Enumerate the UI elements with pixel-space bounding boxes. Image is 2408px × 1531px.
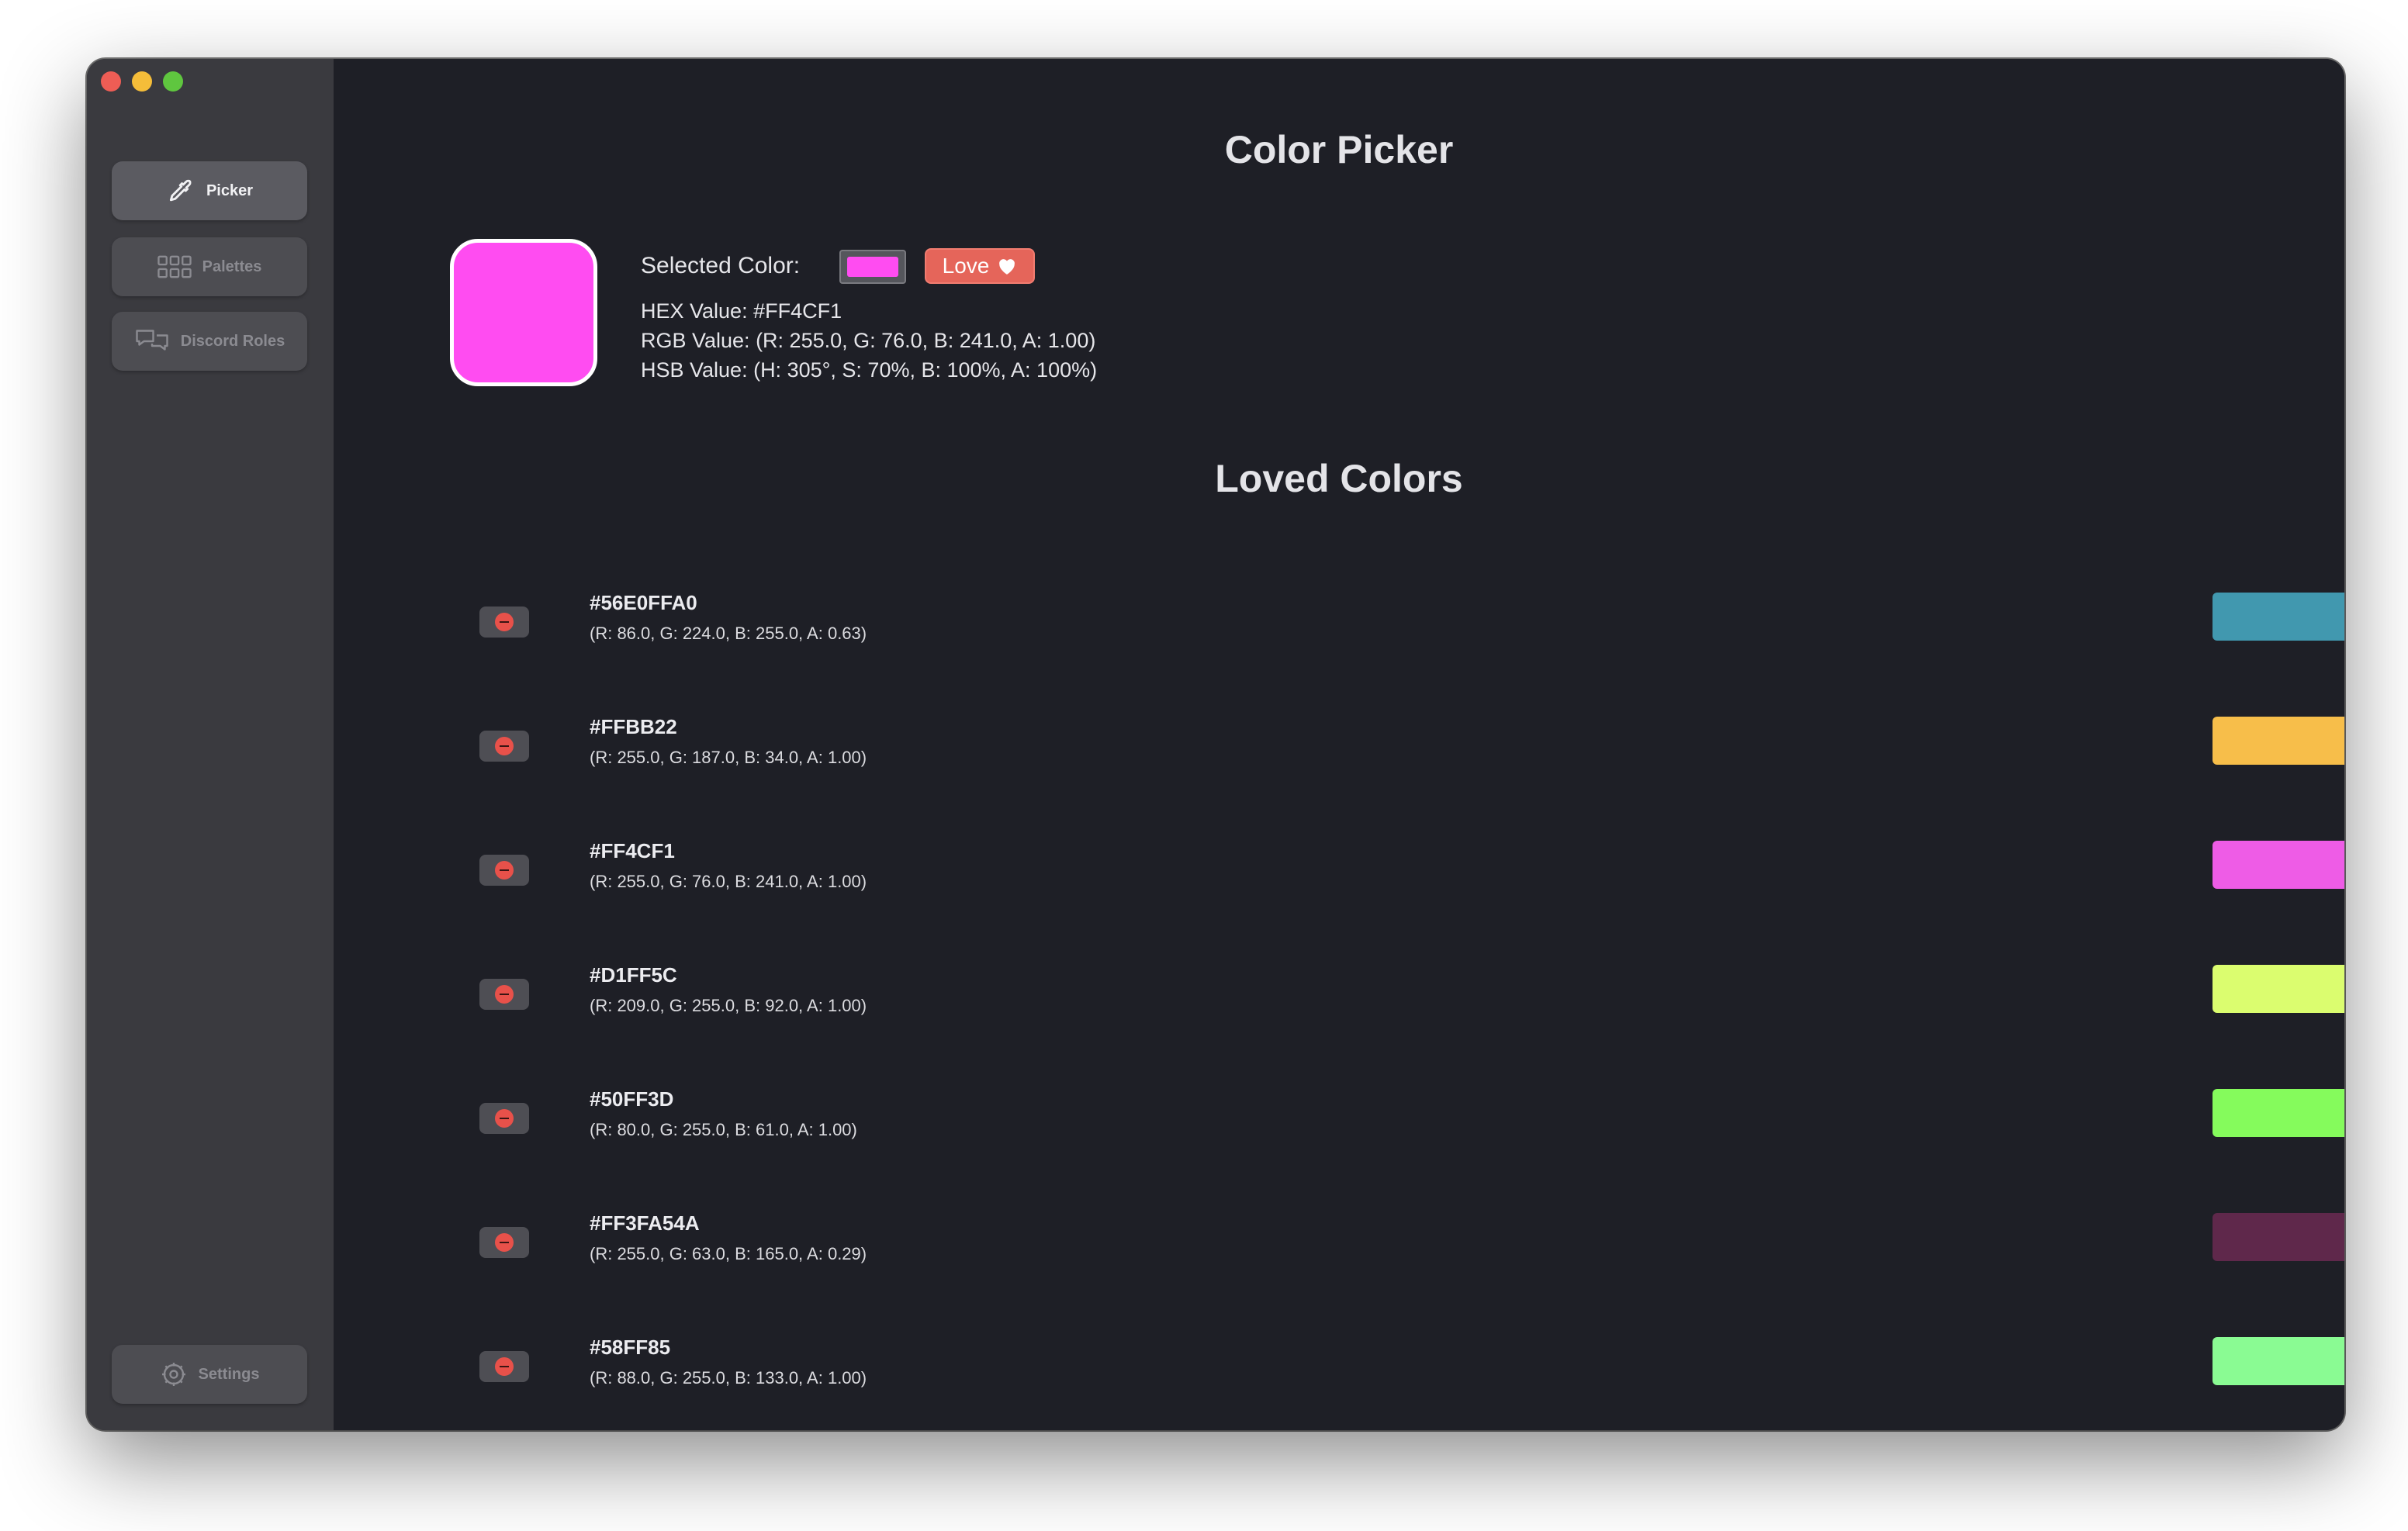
remove-color-button[interactable] (479, 731, 529, 762)
loved-color-hex: #FFBB22 (590, 715, 677, 738)
list-item: #58FF85 (R: 88.0, G: 255.0, B: 133.0, A:… (334, 1336, 2344, 1430)
remove-color-button[interactable] (479, 607, 529, 638)
selected-color-label: Selected Color: (641, 253, 801, 278)
list-item: #56E0FFA0 (R: 86.0, G: 224.0, B: 255.0, … (334, 591, 2344, 731)
remove-color-button[interactable] (479, 979, 529, 1010)
loved-color-rgb: (R: 255.0, G: 76.0, B: 241.0, A: 1.00) (590, 872, 867, 891)
list-item: #FFBB22 (R: 255.0, G: 187.0, B: 34.0, A:… (334, 715, 2344, 855)
color-well-fill (847, 257, 898, 277)
sidebar: Picker Palettes Discord Roles Settings (87, 59, 335, 1430)
grid-icon (157, 255, 192, 278)
list-item: #50FF3D (R: 80.0, G: 255.0, B: 61.0, A: … (334, 1087, 2344, 1227)
remove-color-button[interactable] (479, 1103, 529, 1134)
loved-color-swatch[interactable] (2213, 1089, 2344, 1137)
loved-color-swatch[interactable] (2213, 1213, 2344, 1261)
loved-color-rgb: (R: 86.0, G: 224.0, B: 255.0, A: 0.63) (590, 624, 867, 643)
minus-circle-icon (495, 737, 514, 755)
zoom-window-button[interactable] (163, 71, 183, 92)
loved-color-hex: #50FF3D (590, 1087, 674, 1111)
minus-circle-icon (495, 613, 514, 631)
love-button-label: Love (942, 254, 990, 278)
hsb-value: HSB Value: (H: 305°, S: 70%, B: 100%, A:… (641, 358, 1098, 382)
loved-color-hex: #FF4CF1 (590, 839, 675, 862)
loved-color-hex: #D1FF5C (590, 963, 677, 987)
heart-icon (999, 259, 1015, 275)
list-item: #D1FF5C (R: 209.0, G: 255.0, B: 92.0, A:… (334, 963, 2344, 1103)
list-item: #FF3FA54A (R: 255.0, G: 63.0, B: 165.0, … (334, 1211, 2344, 1351)
close-window-button[interactable] (101, 71, 121, 92)
minus-circle-icon (495, 1109, 514, 1128)
loved-color-rgb: (R: 255.0, G: 187.0, B: 34.0, A: 1.00) (590, 748, 867, 767)
loved-color-hex: #FF3FA54A (590, 1211, 700, 1235)
sidebar-item-picker[interactable]: Picker (112, 161, 307, 220)
page-title: Color Picker (1224, 128, 1454, 171)
loved-color-swatch[interactable] (2213, 1337, 2344, 1385)
loved-colors-title: Loved Colors (1215, 457, 1463, 500)
loved-color-rgb: (R: 255.0, G: 63.0, B: 165.0, A: 0.29) (590, 1244, 867, 1263)
minus-circle-icon (495, 1357, 514, 1376)
loved-color-rgb: (R: 80.0, G: 255.0, B: 61.0, A: 1.00) (590, 1120, 857, 1139)
loved-color-swatch[interactable] (2213, 841, 2344, 889)
sidebar-item-discord-roles[interactable]: Discord Roles (112, 312, 307, 371)
list-item: #FF4CF1 (R: 255.0, G: 76.0, B: 241.0, A:… (334, 839, 2344, 979)
minus-circle-icon (495, 1233, 514, 1252)
color-well[interactable] (839, 250, 906, 284)
loved-color-swatch[interactable] (2213, 717, 2344, 765)
sidebar-item-settings[interactable]: Settings (112, 1345, 307, 1404)
loved-color-hex: #56E0FFA0 (590, 591, 697, 614)
remove-color-button[interactable] (479, 855, 529, 886)
sidebar-item-label: Settings (198, 1365, 260, 1383)
love-button[interactable]: Love (925, 248, 1035, 284)
selected-color-preview (450, 239, 597, 386)
minimize-window-button[interactable] (132, 71, 152, 92)
chat-bubbles-icon (136, 330, 168, 351)
loved-color-rgb: (R: 209.0, G: 255.0, B: 92.0, A: 1.00) (590, 996, 867, 1015)
rgb-value: RGB Value: (R: 255.0, G: 76.0, B: 241.0,… (641, 329, 1096, 352)
loved-color-swatch[interactable] (2213, 593, 2344, 641)
app-window: Picker Palettes Discord Roles Settings C… (87, 59, 2344, 1430)
sidebar-item-label: Palettes (202, 257, 262, 275)
gear-icon (161, 1363, 185, 1386)
sidebar-item-label: Discord Roles (180, 332, 285, 350)
remove-color-button[interactable] (479, 1351, 529, 1382)
remove-color-button[interactable] (479, 1227, 529, 1258)
sidebar-item-palettes[interactable]: Palettes (112, 237, 307, 296)
main-content: Color Picker Selected Color: Love HEX Va… (334, 59, 2344, 1430)
minus-circle-icon (495, 861, 514, 880)
loved-color-rgb: (R: 88.0, G: 255.0, B: 133.0, A: 1.00) (590, 1368, 867, 1388)
loved-color-hex: #58FF85 (590, 1336, 671, 1359)
sidebar-item-label: Picker (206, 181, 254, 199)
minus-circle-icon (495, 985, 514, 1004)
loved-color-swatch[interactable] (2213, 965, 2344, 1013)
eyedropper-icon (169, 179, 192, 202)
hex-value: HEX Value: #FF4CF1 (641, 299, 842, 323)
